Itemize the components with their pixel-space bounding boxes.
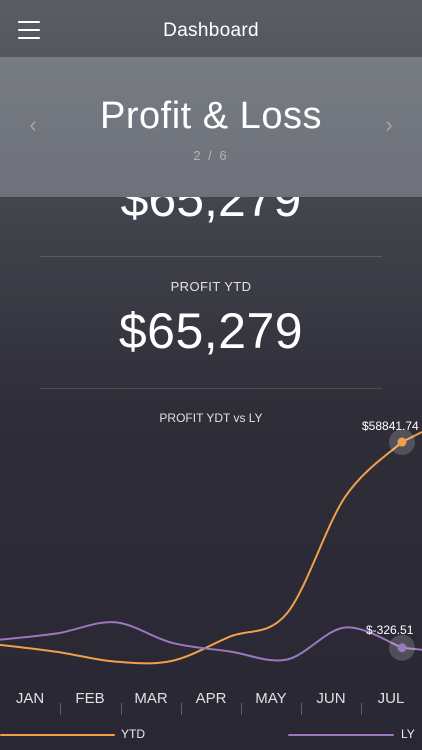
x-tick-mark [60,703,61,715]
ly-end-marker [397,643,407,653]
x-tick-mark [361,703,362,715]
ly-series-line [0,621,422,662]
legend-ly-label: LY [401,727,415,741]
x-tick-label: MAR [134,690,168,707]
x-tick-mark [181,703,182,715]
report-title: Profit & Loss [100,95,322,137]
x-axis: JAN FEB MAR APR MAY JUN JUL [0,690,422,710]
chevron-right-icon[interactable]: › [377,112,401,138]
x-tick-mark [301,703,302,715]
x-tick-mark [121,703,122,715]
profit-ytd-value: $65,279 [118,303,304,359]
ytd-end-label: $58841.74 [362,419,419,433]
scrolled-metric-value: $65,279 [120,197,302,225]
x-tick-label: FEB [75,690,105,707]
x-tick-label: JUL [377,690,405,707]
divider [40,388,382,389]
x-tick-label: JAN [15,690,45,707]
ytd-end-marker [397,437,407,447]
ly-end-label: $-326.51 [366,623,414,637]
divider [40,256,382,257]
legend-ytd-swatch [0,734,115,736]
legend-ly-swatch [288,734,394,736]
report-carousel[interactable]: ‹ Profit & Loss 2 / 6 › [0,57,422,197]
x-tick-label: MAY [255,690,287,707]
x-tick-label: APR [195,690,227,707]
x-tick-mark [241,703,242,715]
profit-ytd-label: PROFIT YTD [170,279,252,294]
page-indicator: 2 / 6 [193,148,229,163]
legend-ytd-label: YTD [121,727,145,741]
app-header: Dashboard [0,0,422,60]
page-title: Dashboard [163,20,259,41]
x-tick-label: JUN [316,690,346,707]
